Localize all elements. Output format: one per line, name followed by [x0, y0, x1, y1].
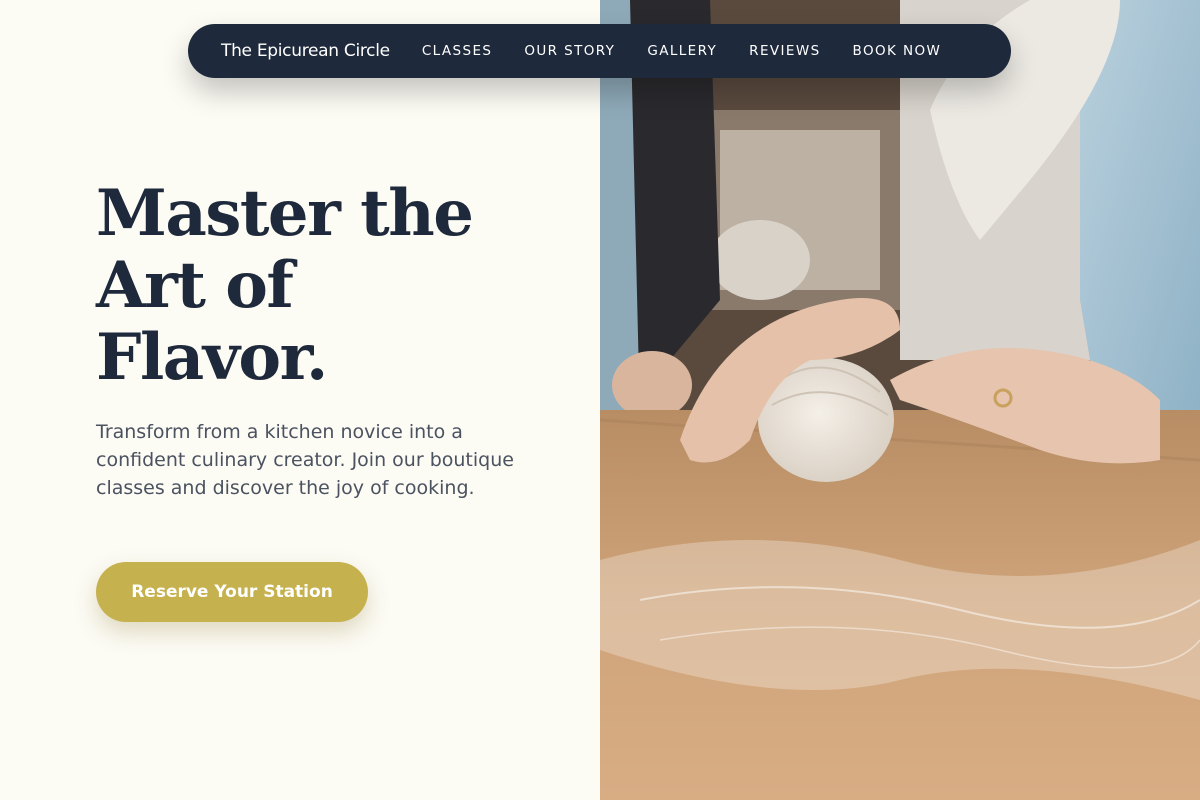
- nav-link-book-now[interactable]: BOOK NOW: [853, 43, 942, 59]
- hero-title: Master the Art of Flavor.: [96, 178, 556, 394]
- reserve-station-button[interactable]: Reserve Your Station: [96, 562, 368, 622]
- nav-link-reviews[interactable]: REVIEWS: [749, 43, 820, 59]
- hero-title-line-2: Art of: [96, 248, 294, 323]
- hands-kneading-dough-illustration: [600, 0, 1200, 800]
- hero-subtitle: Transform from a kitchen novice into a c…: [96, 421, 514, 499]
- nav-link-gallery[interactable]: GALLERY: [647, 43, 717, 59]
- nav-links: CLASSES OUR STORY GALLERY REVIEWS BOOK N…: [422, 43, 941, 59]
- hero-title-line-3: Flavor.: [96, 320, 328, 395]
- nav-link-classes[interactable]: CLASSES: [422, 43, 493, 59]
- hero-title-line-1: Master the: [96, 176, 474, 251]
- nav-link-our-story[interactable]: OUR STORY: [524, 43, 615, 59]
- hero-image: [600, 0, 1200, 800]
- main-nav: The Epicurean Circle CLASSES OUR STORY G…: [188, 24, 1011, 78]
- brand-logo[interactable]: The Epicurean Circle: [221, 41, 390, 61]
